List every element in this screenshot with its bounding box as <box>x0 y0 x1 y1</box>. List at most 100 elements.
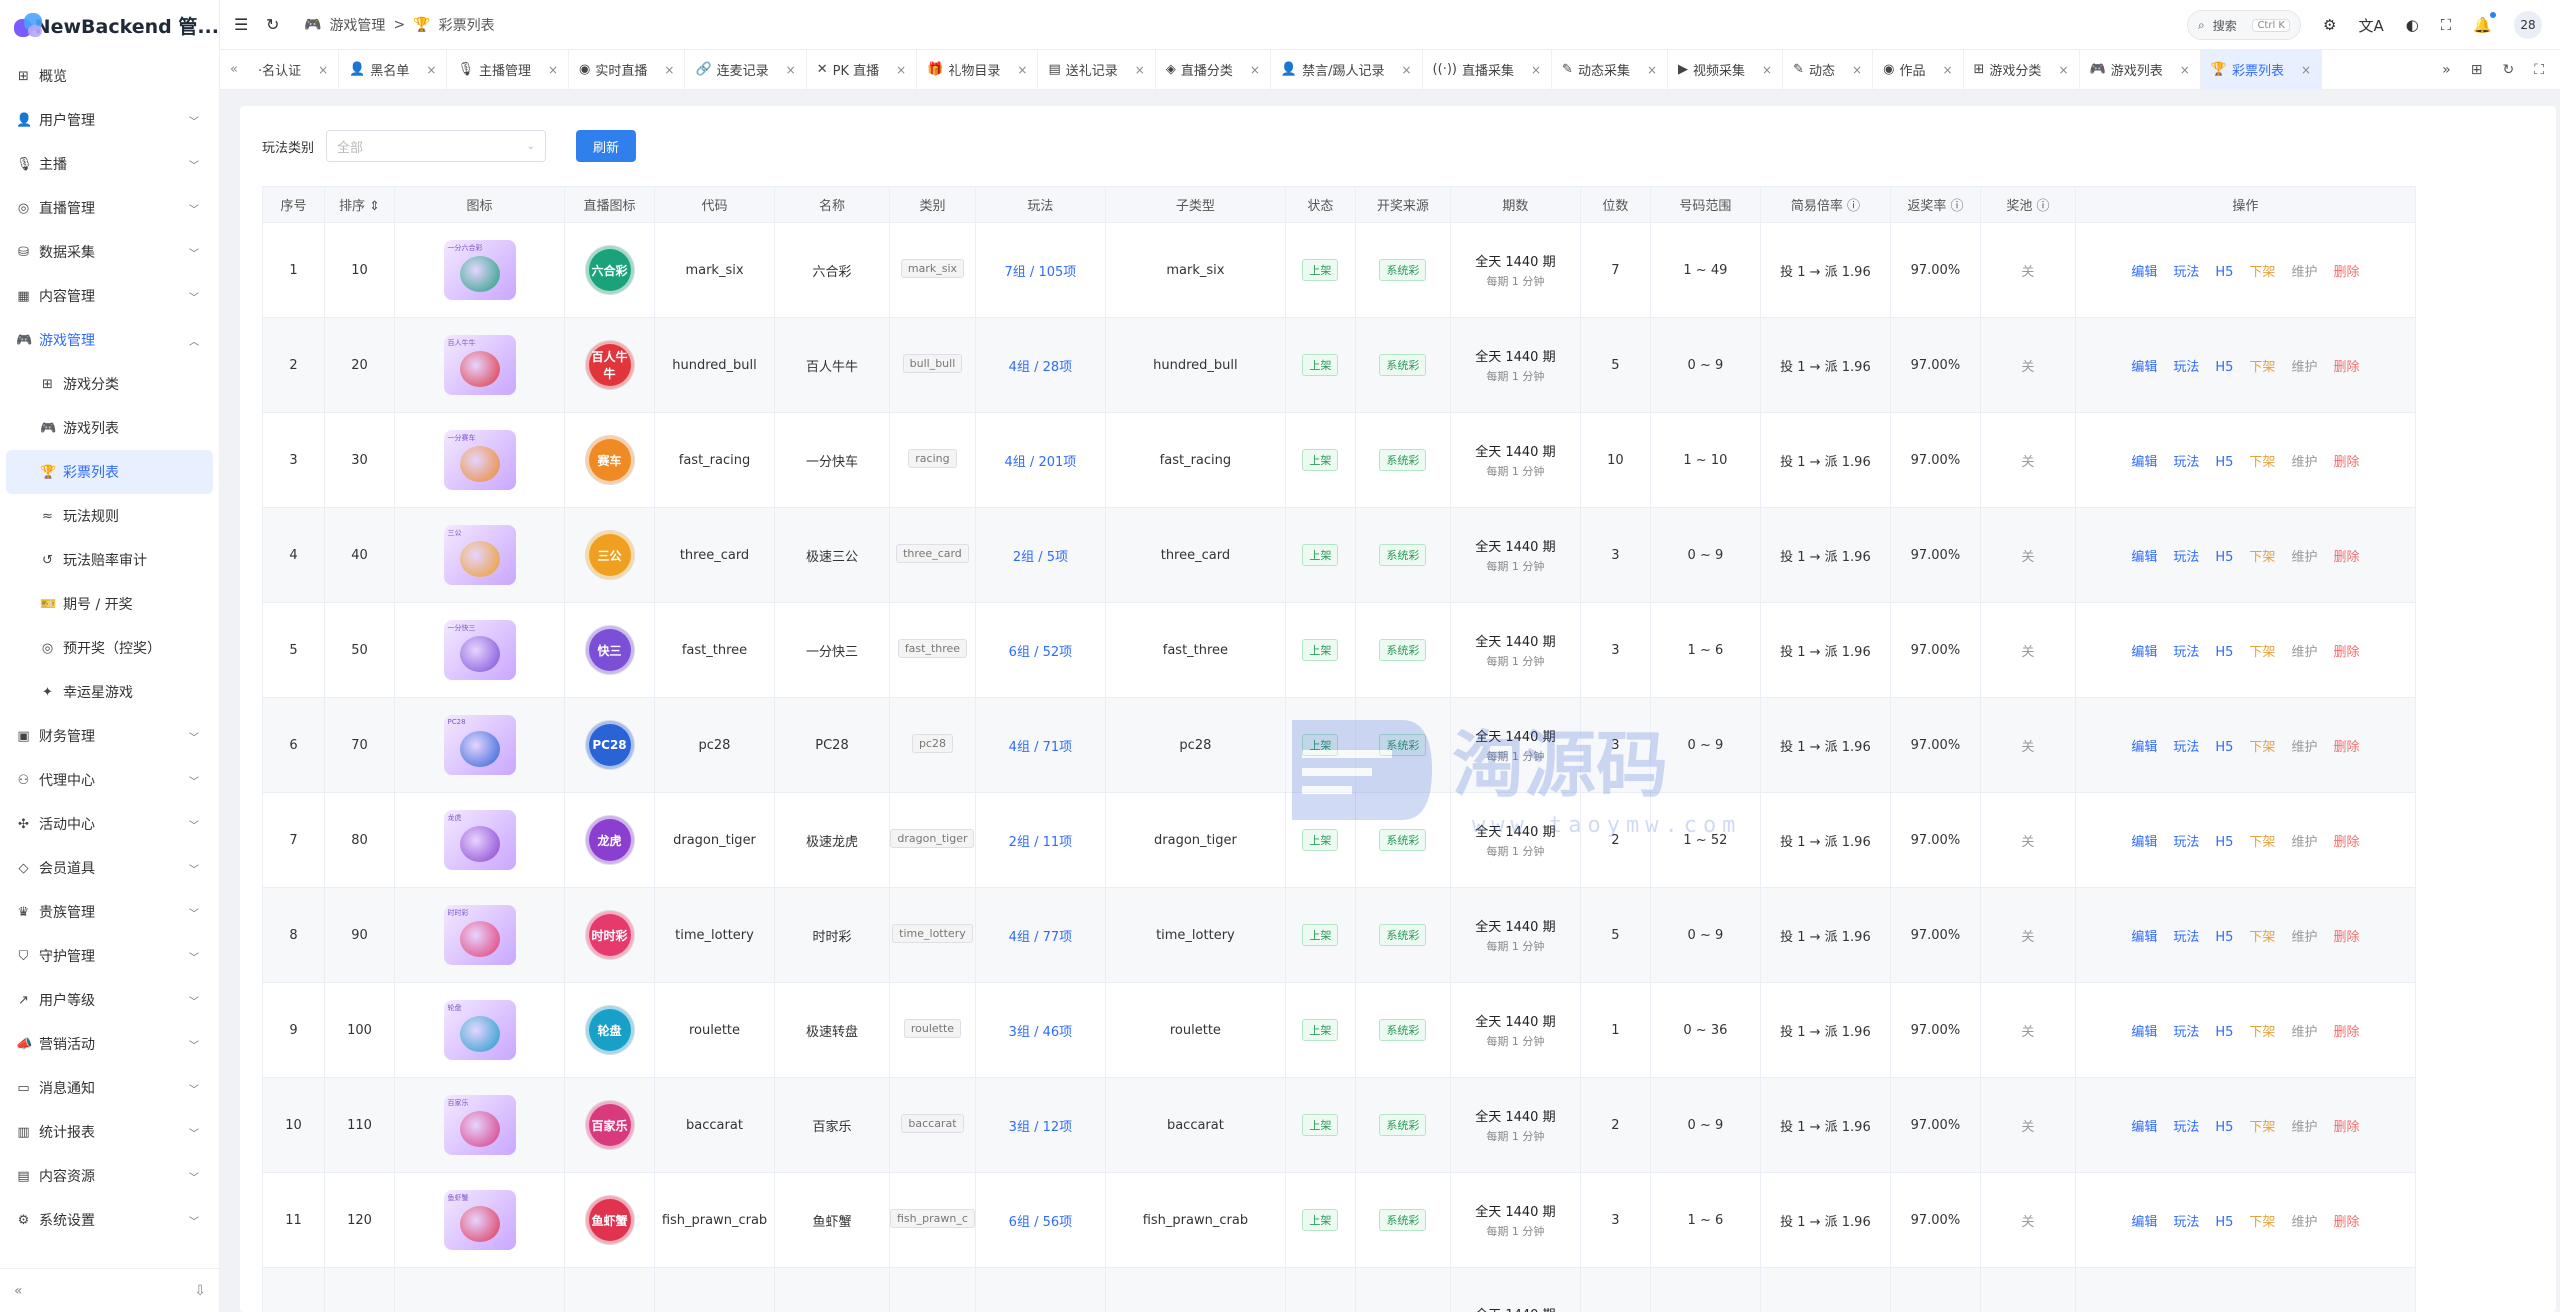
tab-0[interactable]: ·名认证 × <box>248 50 340 89</box>
delete-button[interactable]: 删除 <box>2333 265 2359 280</box>
sidebar-item-7[interactable]: ⊞ 游戏分类 <box>0 362 219 406</box>
offline-button[interactable]: 下架 <box>2249 1120 2275 1135</box>
offline-button[interactable]: 下架 <box>2249 360 2275 375</box>
close-icon[interactable]: × <box>896 63 906 77</box>
close-icon[interactable]: × <box>1250 63 1260 77</box>
breadcrumb-parent[interactable]: 游戏管理 <box>329 15 385 35</box>
play-button[interactable]: 玩法 <box>2173 835 2199 850</box>
tab-8[interactable]: ◈ 直播分类 × <box>1156 50 1271 89</box>
delete-button[interactable]: 删除 <box>2333 550 2359 565</box>
delete-button[interactable]: 删除 <box>2333 835 2359 850</box>
tab-7[interactable]: ▤ 送礼记录 × <box>1038 50 1156 89</box>
sidebar-item-21[interactable]: ↗ 用户等级 ﹀ <box>0 978 219 1022</box>
notification-bell-icon[interactable]: 🔔 <box>2473 12 2496 34</box>
play-link[interactable]: 4组 / 77项 <box>1009 930 1072 945</box>
h5-button[interactable]: H5 <box>2215 740 2233 755</box>
close-icon[interactable]: × <box>1942 63 1952 77</box>
edit-button[interactable]: 编辑 <box>2131 930 2157 945</box>
h5-button[interactable]: H5 <box>2215 550 2233 565</box>
close-icon[interactable]: × <box>2058 63 2068 77</box>
close-icon[interactable]: × <box>1017 63 1027 77</box>
edit-button[interactable]: 编辑 <box>2131 455 2157 470</box>
h5-button[interactable]: H5 <box>2215 1120 2233 1135</box>
close-icon[interactable]: × <box>1401 63 1411 77</box>
offline-button[interactable]: 下架 <box>2249 645 2275 660</box>
edit-button[interactable]: 编辑 <box>2131 645 2157 660</box>
refresh-page-icon[interactable]: ↻ <box>266 15 284 34</box>
maintain-button[interactable]: 维护 <box>2291 1025 2317 1040</box>
play-button[interactable]: 玩法 <box>2173 1120 2199 1135</box>
sidebar-item-26[interactable]: ⚙ 系统设置 ﹀ <box>0 1198 219 1242</box>
tab-16[interactable]: 🎮 游戏列表 × <box>2080 50 2201 89</box>
tab-14[interactable]: ◉ 作品 × <box>1873 50 1964 89</box>
settings-icon[interactable]: ⚙ <box>2323 16 2336 34</box>
play-button[interactable]: 玩法 <box>2173 1025 2199 1040</box>
close-icon[interactable]: × <box>1852 63 1862 77</box>
sidebar-item-17[interactable]: ✣ 活动中心 ﹀ <box>0 802 219 846</box>
tab-11[interactable]: ✎ 动态采集 × <box>1552 50 1669 89</box>
sidebar-item-18[interactable]: ◇ 会员道具 ﹀ <box>0 846 219 890</box>
sidebar-item-24[interactable]: ▥ 统计报表 ﹀ <box>0 1110 219 1154</box>
sidebar-item-12[interactable]: 🎫 期号 / 开奖 <box>0 582 219 626</box>
offline-button[interactable]: 下架 <box>2249 265 2275 280</box>
play-button[interactable]: 玩法 <box>2173 265 2199 280</box>
close-icon[interactable]: × <box>1762 63 1772 77</box>
play-link[interactable]: 4组 / 201项 <box>1005 455 1077 470</box>
close-icon[interactable]: × <box>426 63 436 77</box>
sidebar-item-8[interactable]: 🎮 游戏列表 <box>0 406 219 450</box>
offline-button[interactable]: 下架 <box>2249 550 2275 565</box>
play-button[interactable]: 玩法 <box>2173 1215 2199 1230</box>
play-button[interactable]: 玩法 <box>2173 740 2199 755</box>
delete-button[interactable]: 删除 <box>2333 740 2359 755</box>
h5-button[interactable]: H5 <box>2215 835 2233 850</box>
h5-button[interactable]: H5 <box>2215 455 2233 470</box>
play-button[interactable]: 玩法 <box>2173 455 2199 470</box>
tab-12[interactable]: ▶ 视频采集 × <box>1668 50 1784 89</box>
sidebar-item-16[interactable]: ⚇ 代理中心 ﹀ <box>0 758 219 802</box>
tab-5[interactable]: ✕ PK 直播 × <box>807 50 918 89</box>
h5-button[interactable]: H5 <box>2215 265 2233 280</box>
delete-button[interactable]: 删除 <box>2333 1215 2359 1230</box>
tab-4[interactable]: 🔗 连麦记录 × <box>685 50 807 89</box>
edit-button[interactable]: 编辑 <box>2131 1120 2157 1135</box>
play-link[interactable]: 4组 / 28项 <box>1009 360 1072 375</box>
h5-button[interactable]: H5 <box>2215 1025 2233 1040</box>
offline-button[interactable]: 下架 <box>2249 455 2275 470</box>
h5-button[interactable]: H5 <box>2215 645 2233 660</box>
sidebar-item-25[interactable]: ▤ 内容资源 ﹀ <box>0 1154 219 1198</box>
sidebar-item-22[interactable]: 📣 营销活动 ﹀ <box>0 1022 219 1066</box>
tab-6[interactable]: 🎁 礼物目录 × <box>917 50 1039 89</box>
offline-button[interactable]: 下架 <box>2249 930 2275 945</box>
sidebar-item-20[interactable]: ⛉ 守护管理 ﹀ <box>0 934 219 978</box>
sidebar-item-13[interactable]: ◎ 预开奖（控奖） <box>0 626 219 670</box>
delete-button[interactable]: 删除 <box>2333 1120 2359 1135</box>
maintain-button[interactable]: 维护 <box>2291 645 2317 660</box>
pin-icon[interactable]: ⇩ <box>194 1283 206 1299</box>
offline-button[interactable]: 下架 <box>2249 1215 2275 1230</box>
play-link[interactable]: 2组 / 11项 <box>1009 835 1072 850</box>
edit-button[interactable]: 编辑 <box>2131 265 2157 280</box>
close-icon[interactable]: × <box>548 63 558 77</box>
tabs-scroll-right-icon[interactable]: » <box>2442 62 2451 78</box>
play-link[interactable]: 3组 / 46项 <box>1009 1025 1072 1040</box>
edit-button[interactable]: 编辑 <box>2131 740 2157 755</box>
sidebar-item-15[interactable]: ▣ 财务管理 ﹀ <box>0 714 219 758</box>
sidebar-item-10[interactable]: ≈ 玩法规则 <box>0 494 219 538</box>
delete-button[interactable]: 删除 <box>2333 1025 2359 1040</box>
app-logo[interactable]: NewBackend 管... <box>0 0 219 50</box>
offline-button[interactable]: 下架 <box>2249 740 2275 755</box>
play-link[interactable]: 3组 / 12项 <box>1009 1120 1072 1135</box>
tabs-grid-icon[interactable]: ⊞ <box>2471 62 2483 78</box>
close-icon[interactable]: × <box>664 63 674 77</box>
delete-button[interactable]: 删除 <box>2333 360 2359 375</box>
translate-icon[interactable]: 文A <box>2358 15 2383 36</box>
sidebar-item-0[interactable]: ⊞ 概览 <box>0 54 219 98</box>
column-header[interactable]: 排序 ⇕ <box>324 186 395 223</box>
tab-13[interactable]: ✎ 动态 × <box>1783 50 1874 89</box>
play-link[interactable]: 4组 / 71项 <box>1009 740 1072 755</box>
close-icon[interactable]: × <box>2180 63 2190 77</box>
maintain-button[interactable]: 维护 <box>2291 930 2317 945</box>
sidebar-item-6[interactable]: 🎮 游戏管理 ︿ <box>0 318 219 362</box>
maintain-button[interactable]: 维护 <box>2291 455 2317 470</box>
edit-button[interactable]: 编辑 <box>2131 1215 2157 1230</box>
